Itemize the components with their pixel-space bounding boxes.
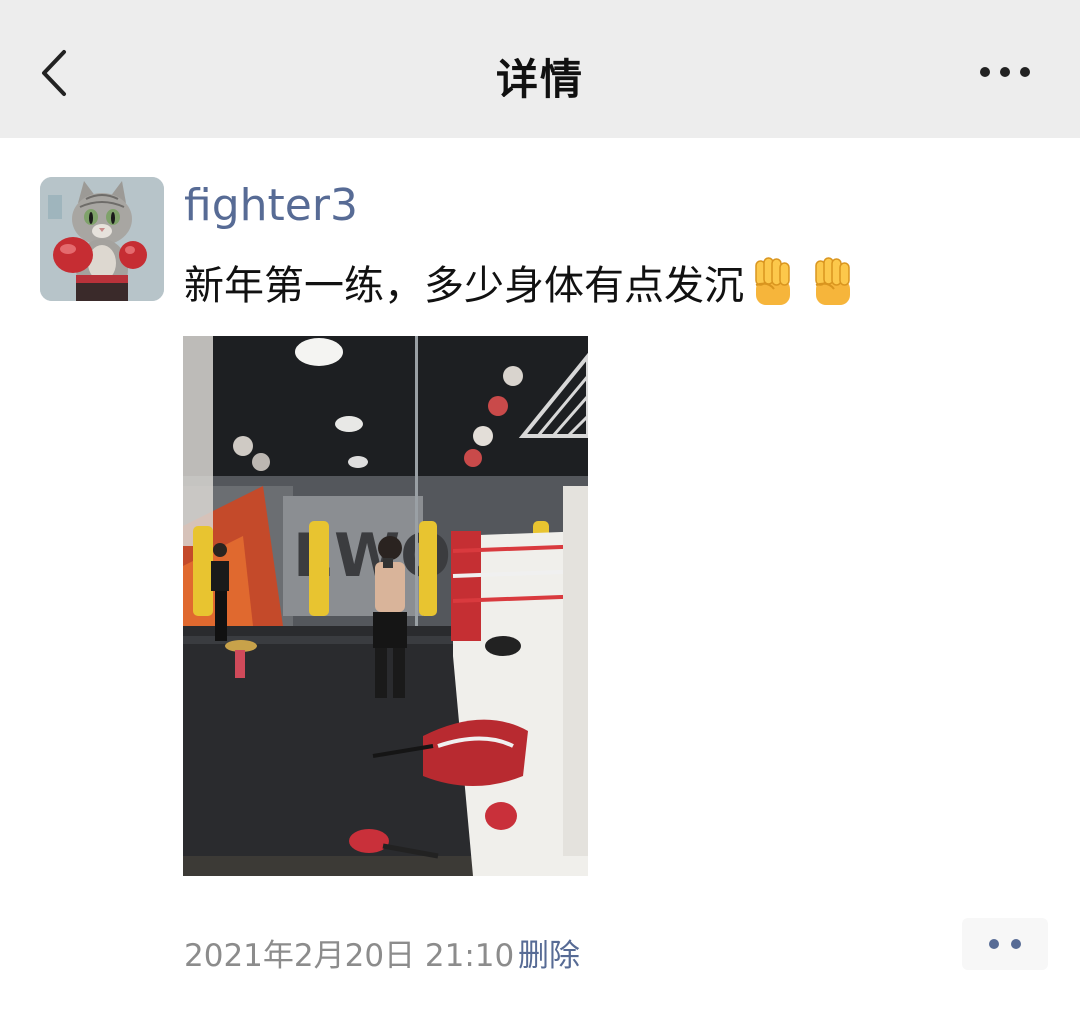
page-title: 详情 (495, 55, 584, 104)
avatar[interactable] (40, 177, 164, 301)
delete-button[interactable]: 删除 (518, 930, 580, 975)
post-text-content: 新年第一练，多少身体有点发沉 (184, 263, 744, 309)
raised-fist-emoji-icon (815, 257, 850, 305)
cat-boxer-avatar-icon (40, 177, 164, 301)
more-horizontal-icon[interactable] (978, 58, 1032, 86)
top-navigation-bar: 详情 (0, 0, 1080, 138)
post-photo[interactable]: EWO (183, 336, 588, 876)
username[interactable]: fighter3 (184, 180, 358, 231)
comment-dot (1011, 939, 1021, 949)
gym-photo-image: EWO (183, 336, 588, 876)
raised-fist-emoji-icon (755, 257, 790, 305)
post-timestamp: 2021年2月20日 21:10 (184, 938, 515, 974)
comment-dot (989, 939, 999, 949)
post-text: 新年第一练，多少身体有点发沉 (184, 253, 858, 311)
comment-dots-icon[interactable] (962, 918, 1048, 970)
